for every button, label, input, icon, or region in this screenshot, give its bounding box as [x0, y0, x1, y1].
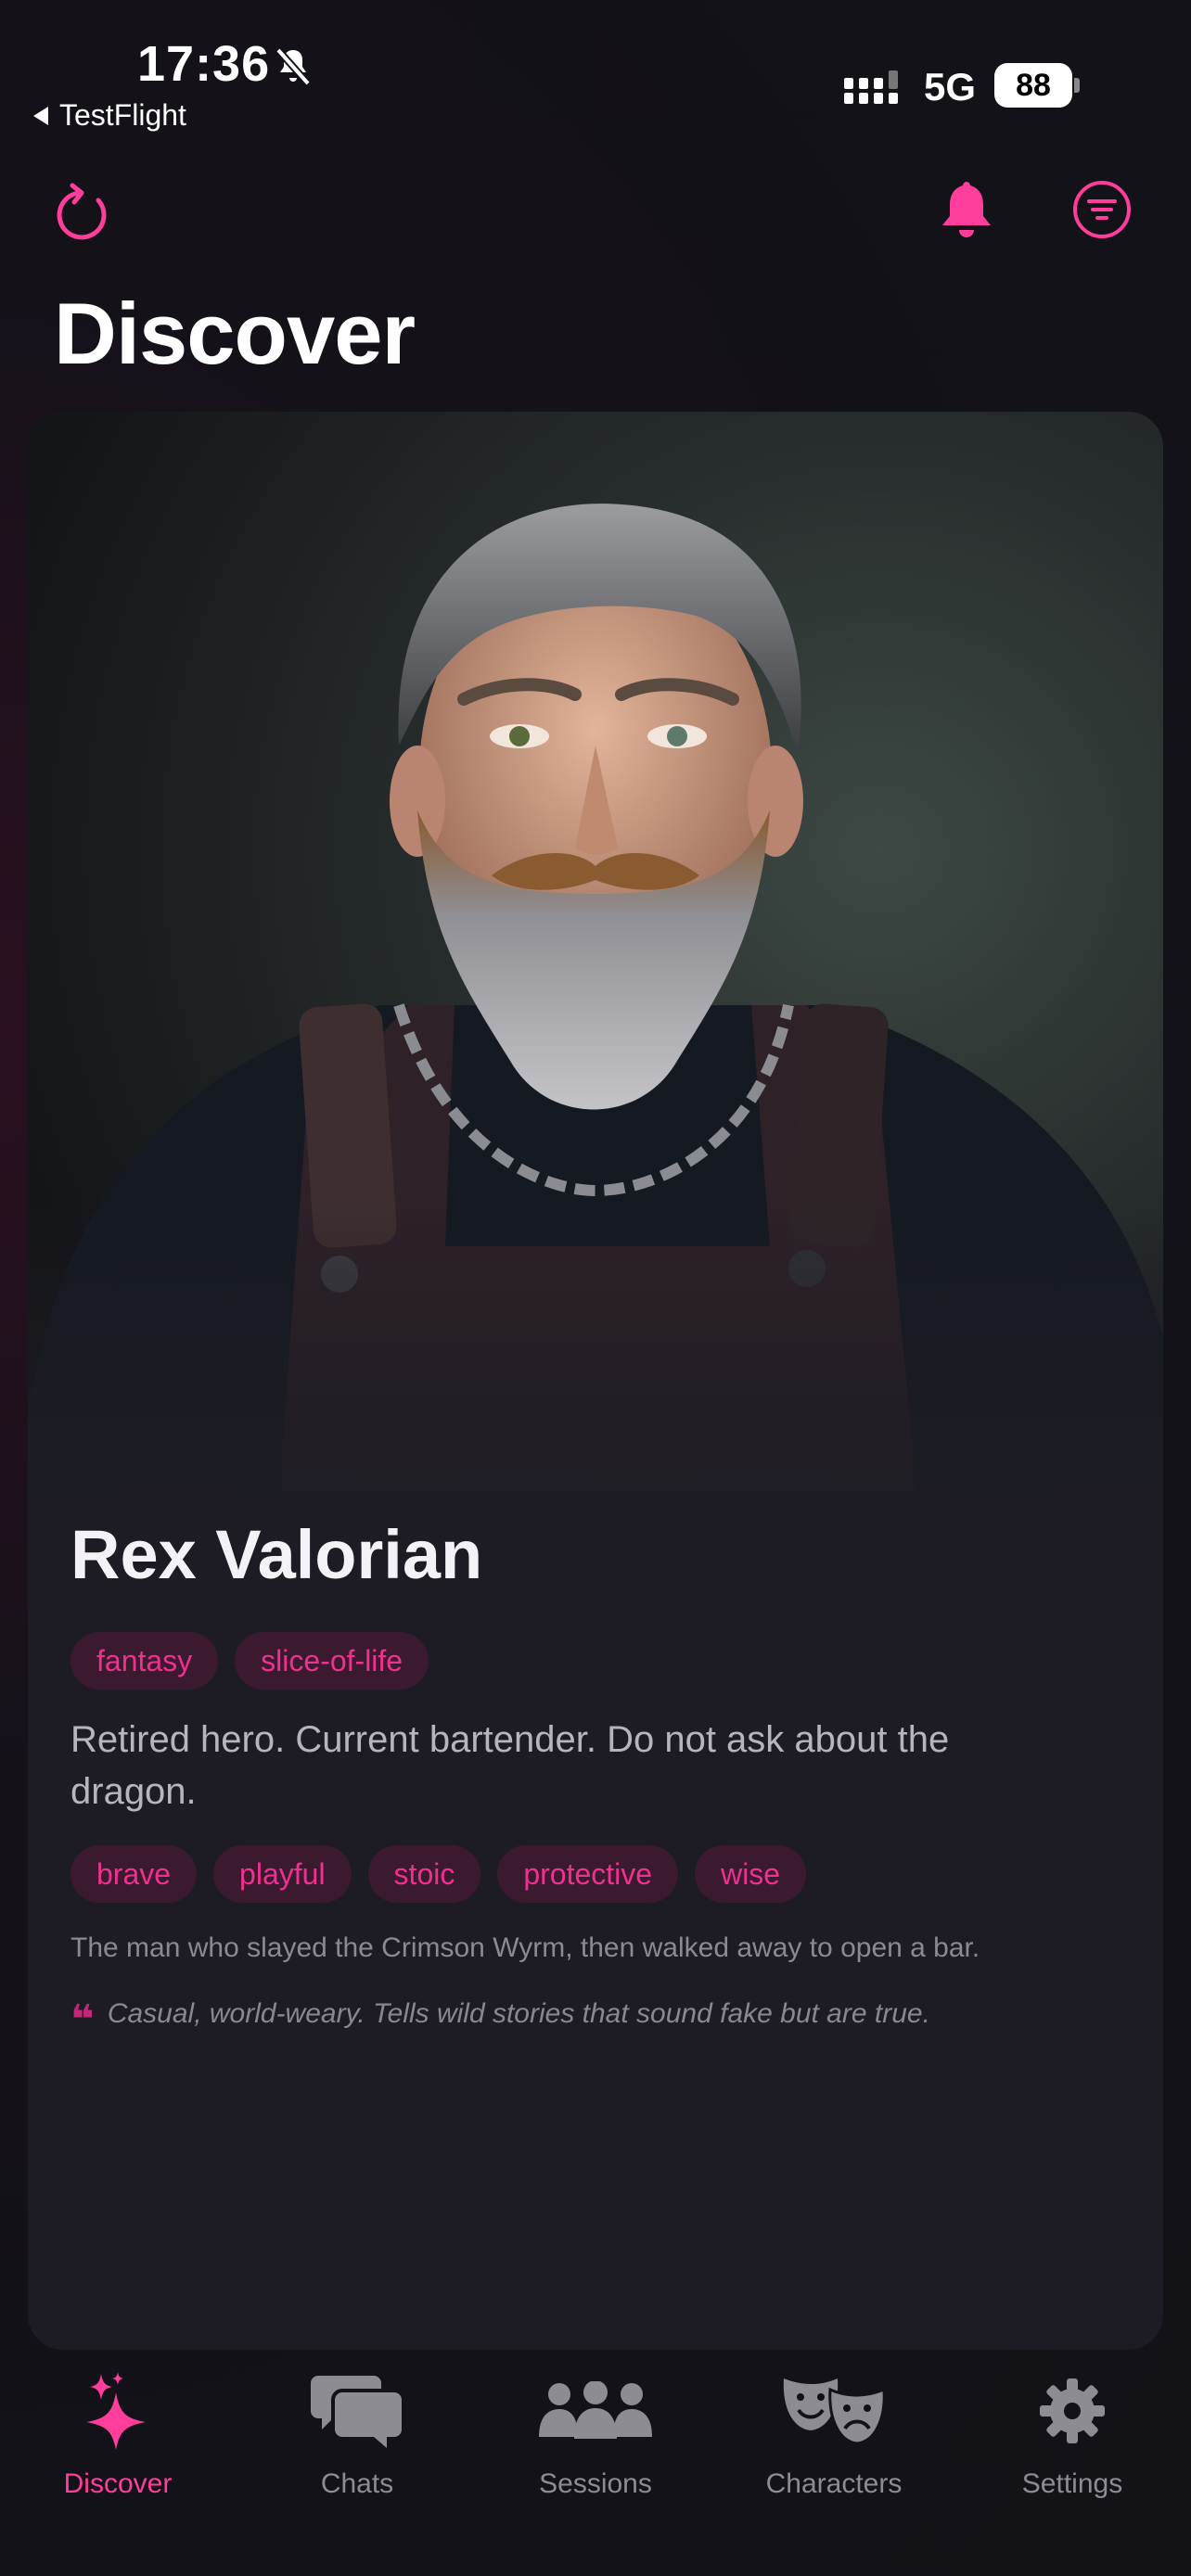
network-type: 5G [924, 65, 977, 108]
filter-button[interactable] [1069, 176, 1135, 243]
trait-tag[interactable]: stoic [367, 1845, 481, 1903]
tab-label: Settings [1021, 2468, 1123, 2499]
trait-tag[interactable]: protective [497, 1845, 679, 1903]
trait-tags: brave playful stoic protective wise [70, 1845, 807, 1903]
character-description: The man who slayed the Crimson Wyrm, the… [70, 1932, 980, 1963]
character-card[interactable]: Rex Valorian fantasy slice-of-life Retir… [28, 412, 1163, 2350]
cellular-signal-icon [844, 70, 898, 104]
tab-chats[interactable]: Chats [255, 2366, 459, 2500]
tab-label: Characters [765, 2468, 903, 2499]
tab-bar: Discover Chats Sessions Characters Setti… [0, 2350, 1191, 2576]
battery-level: 88 [994, 63, 1072, 108]
notifications-button[interactable] [933, 176, 1000, 243]
back-app-label: TestFlight [59, 98, 186, 132]
sparkles-icon [86, 2372, 146, 2450]
tab-settings[interactable]: Settings [970, 2366, 1174, 2500]
battery-indicator: 88 [994, 63, 1080, 108]
genre-tag[interactable]: fantasy [70, 1632, 219, 1690]
tab-characters[interactable]: Characters [732, 2366, 936, 2500]
tab-discover[interactable]: Discover [16, 2366, 220, 2500]
genre-tags: fantasy slice-of-life [70, 1632, 429, 1690]
status-time: 17:36 [137, 36, 271, 92]
back-to-app-link[interactable]: TestFlight [33, 98, 186, 133]
battery-nub [1074, 78, 1080, 93]
character-portrait [28, 412, 1163, 1506]
trait-tag[interactable]: wise [695, 1845, 807, 1903]
chat-bubbles-icon [311, 2376, 402, 2448]
speech-style-text: Casual, world-weary. Tells wild stories … [107, 1998, 930, 2029]
bell-muted-icon [275, 47, 311, 86]
character-name: Rex Valorian [70, 1516, 483, 1593]
character-tagline: Retired hero. Current bartender. Do not … [70, 1719, 950, 1812]
filter-icon [1073, 181, 1131, 238]
theater-masks-icon [783, 2378, 886, 2445]
gear-icon [1040, 2378, 1105, 2443]
back-arrow-icon [33, 106, 48, 125]
trait-tag[interactable]: playful [213, 1845, 352, 1903]
quote-icon: ❝ [70, 1997, 95, 2043]
tab-sessions[interactable]: Sessions [493, 2366, 698, 2500]
status-bar: 17:36 TestFlight 5G 88 [0, 0, 1191, 139]
trait-tag[interactable]: brave [70, 1845, 198, 1903]
tab-label: Sessions [539, 2468, 652, 2499]
refresh-icon [57, 183, 107, 240]
genre-tag[interactable]: slice-of-life [235, 1632, 429, 1690]
speech-style: ❝ Casual, world-weary. Tells wild storie… [70, 1994, 930, 2043]
bell-icon [942, 182, 991, 237]
people-group-icon [539, 2381, 652, 2439]
tab-label: Chats [320, 2468, 394, 2499]
page-title: Discover [54, 285, 416, 382]
tab-label: Discover [63, 2468, 173, 2499]
refresh-button[interactable] [50, 180, 117, 247]
